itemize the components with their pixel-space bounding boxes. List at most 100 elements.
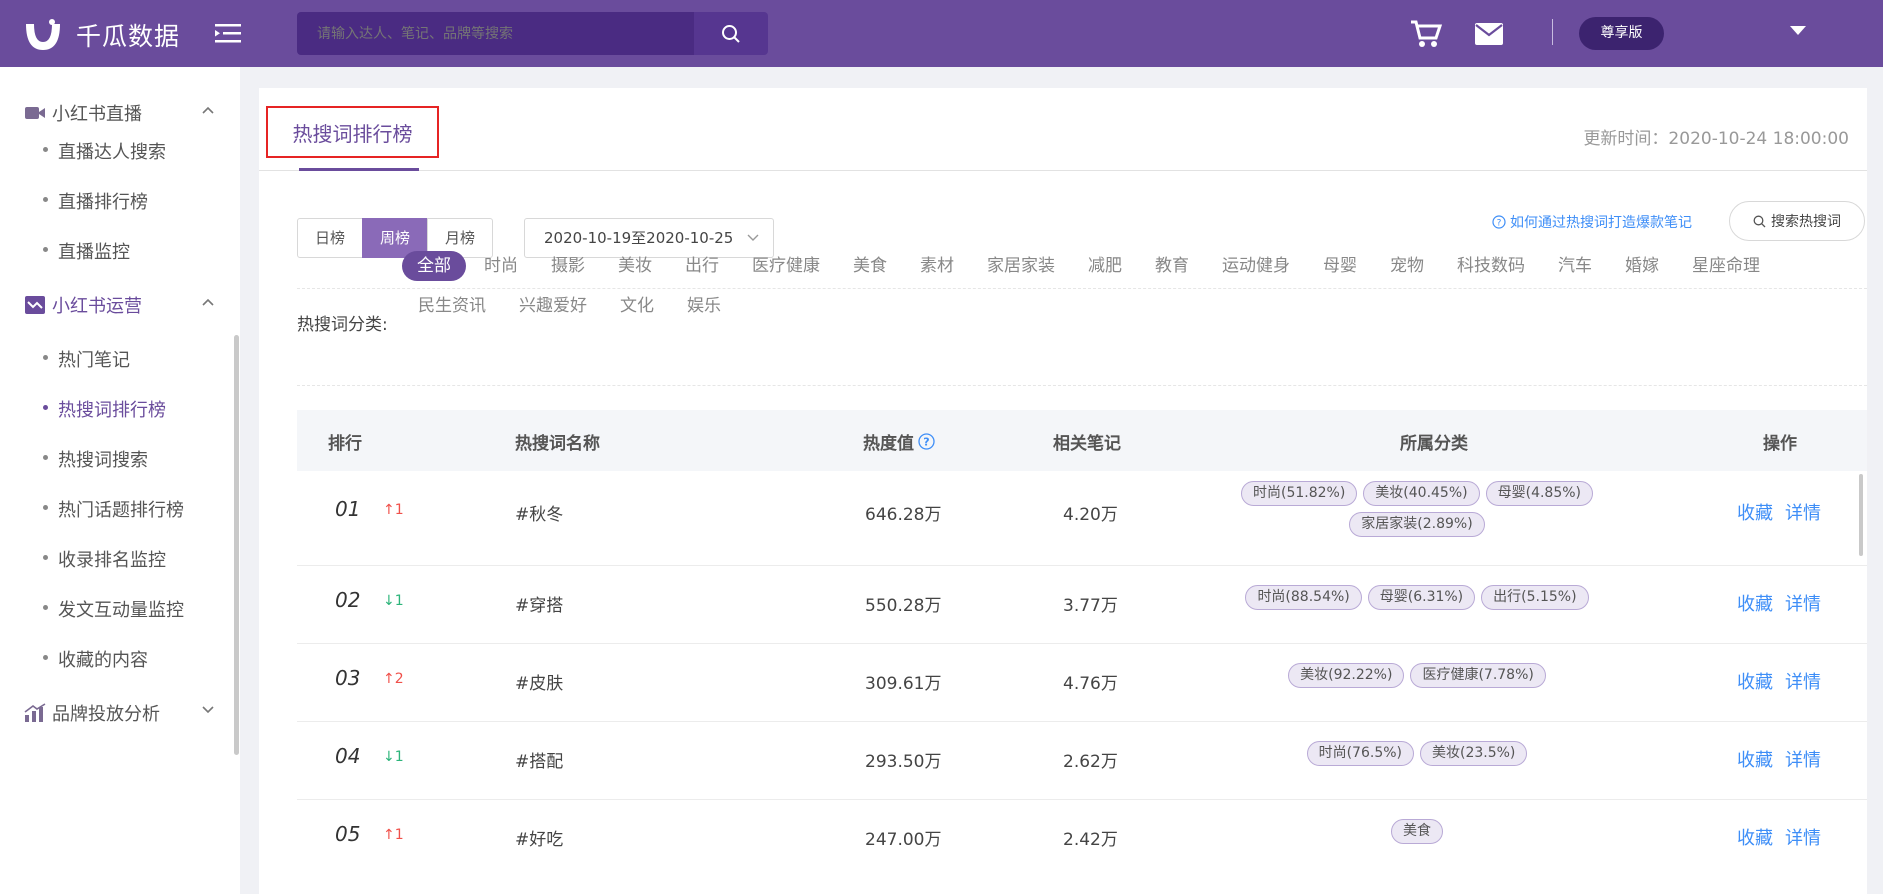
search-hot-keyword-button[interactable]: 搜索热搜词 xyxy=(1729,201,1865,241)
svg-text:?: ? xyxy=(923,436,929,449)
category-tag: 时尚(76.5%) xyxy=(1306,741,1414,766)
category-tag: 时尚(51.82%) xyxy=(1240,481,1358,506)
category-tags: 时尚(76.5%) 美妆(23.5%) xyxy=(1217,741,1617,766)
user-menu-caret-icon[interactable] xyxy=(1790,26,1806,35)
mail-icon[interactable] xyxy=(1475,23,1503,45)
category-all[interactable]: 全部 xyxy=(402,251,466,281)
category-item[interactable]: 家居家装 xyxy=(987,251,1070,281)
keyword-name: #秋冬 xyxy=(515,505,564,525)
category-item[interactable]: 摄影 xyxy=(551,251,600,281)
favorite-link[interactable]: 收藏 xyxy=(1737,590,1773,616)
detail-link[interactable]: 详情 xyxy=(1785,499,1821,525)
sidebar-item-hot-keywords-ranking[interactable]: 热搜词排行榜 xyxy=(43,396,166,422)
favorite-link[interactable]: 收藏 xyxy=(1737,499,1773,525)
sidebar-item-hot-notes[interactable]: 热门笔记 xyxy=(43,346,130,372)
category-tag: 美妆(92.22%) xyxy=(1288,663,1405,688)
menu-collapse-icon[interactable] xyxy=(215,22,241,44)
global-search-button[interactable] xyxy=(694,12,768,55)
search-icon xyxy=(1753,215,1766,227)
cart-icon[interactable] xyxy=(1410,19,1442,49)
hot-keyword-table: 排行 热搜词名称 热度值 ? 相关笔记 所属分类 操作 01 ↑1 #秋冬 64… xyxy=(297,410,1867,878)
logo-icon xyxy=(26,19,60,50)
favorite-link[interactable]: 收藏 xyxy=(1737,668,1773,694)
favorite-link[interactable]: 收藏 xyxy=(1737,824,1773,850)
sidebar-scrollbar[interactable] xyxy=(234,335,239,755)
detail-link[interactable]: 详情 xyxy=(1785,746,1821,772)
category-item[interactable]: 出行 xyxy=(685,251,734,281)
category-tag: 时尚(88.54%) xyxy=(1245,585,1362,610)
category-tags: 时尚(88.54%) 母婴(6.31%) 出行(5.15%) xyxy=(1217,585,1617,610)
category-tag: 医疗健康(7.78%) xyxy=(1410,663,1546,688)
header-notes: 相关笔记 xyxy=(1053,434,1121,454)
period-day-button[interactable]: 日榜 xyxy=(297,218,364,258)
detail-link[interactable]: 详情 xyxy=(1785,824,1821,850)
category-item[interactable]: 母婴 xyxy=(1323,251,1372,281)
category-label: 热搜词分类: xyxy=(297,315,388,335)
category-item[interactable]: 美妆 xyxy=(618,251,667,281)
category-filter-list-row2: 民生资讯 兴趣爱好 文化 娱乐 xyxy=(418,291,1858,321)
question-circle-icon: ? xyxy=(1492,215,1506,229)
category-item[interactable]: 教育 xyxy=(1155,251,1204,281)
category-item[interactable]: 宠物 xyxy=(1390,251,1439,281)
sidebar-item-favorites[interactable]: 收藏的内容 xyxy=(43,646,148,672)
sidebar: 小红书直播 直播达人搜索 直播排行榜 直播监控 小红书运营 热门笔记 热搜词排行… xyxy=(0,67,240,894)
category-tag: 美食 xyxy=(1391,819,1443,844)
rank-trend-down: ↓1 xyxy=(383,593,404,609)
category-tag: 出行(5.15%) xyxy=(1481,585,1589,610)
global-search-input[interactable] xyxy=(297,12,694,55)
chevron-up-icon xyxy=(202,298,214,306)
category-item[interactable]: 运动健身 xyxy=(1222,251,1305,281)
sidebar-item-index-monitor[interactable]: 收录排名监控 xyxy=(43,546,166,572)
favorite-link[interactable]: 收藏 xyxy=(1737,746,1773,772)
category-item[interactable]: 减肥 xyxy=(1088,251,1137,281)
category-item[interactable]: 汽车 xyxy=(1558,251,1607,281)
category-item[interactable]: 民生资讯 xyxy=(418,291,501,321)
table-row: 01 ↑1 #秋冬 646.28万 4.20万 时尚(51.82%) 美妆(40… xyxy=(297,471,1867,566)
category-item[interactable]: 星座命理 xyxy=(1692,251,1775,281)
detail-link[interactable]: 详情 xyxy=(1785,590,1821,616)
category-filter-list: 全部 时尚 摄影 美妆 出行 医疗健康 美食 素材 家居家装 减肥 教育 运动健… xyxy=(402,251,1842,281)
category-item[interactable]: 科技数码 xyxy=(1457,251,1540,281)
category-item[interactable]: 婚嫁 xyxy=(1625,251,1674,281)
rank-trend-up: ↑1 xyxy=(383,827,404,843)
rank-trend-up: ↑1 xyxy=(383,502,404,518)
category-item[interactable]: 医疗健康 xyxy=(752,251,835,281)
related-notes: 2.42万 xyxy=(1063,830,1118,850)
table-scrollbar[interactable] xyxy=(1859,474,1863,556)
sidebar-group-label: 小红书直播 xyxy=(52,104,142,125)
keyword-name: #皮肤 xyxy=(515,674,564,694)
category-item[interactable]: 美食 xyxy=(853,251,902,281)
category-item[interactable]: 文化 xyxy=(620,291,669,321)
question-circle-icon[interactable]: ? xyxy=(918,433,935,450)
header-keyword: 热搜词名称 xyxy=(515,434,600,454)
category-item[interactable]: 娱乐 xyxy=(687,291,736,321)
sidebar-item-engagement-monitor[interactable]: 发文互动量监控 xyxy=(43,596,184,622)
sidebar-item-live-search[interactable]: 直播达人搜索 xyxy=(43,138,166,164)
rank-number: 04 xyxy=(335,744,361,768)
category-item[interactable]: 时尚 xyxy=(484,251,533,281)
sidebar-group-brand[interactable]: 品牌投放分析 xyxy=(24,700,214,726)
sidebar-item-live-ranking[interactable]: 直播排行榜 xyxy=(43,188,148,214)
category-tag: 家居家装(2.89%) xyxy=(1349,512,1485,537)
heat-value: 646.28万 xyxy=(865,505,942,525)
sidebar-item-hot-keywords-search[interactable]: 热搜词搜索 xyxy=(43,446,148,472)
sidebar-group-label: 小红书运营 xyxy=(52,296,142,317)
category-item[interactable]: 素材 xyxy=(920,251,969,281)
category-tag: 美妆(40.45%) xyxy=(1363,481,1480,506)
category-tags: 美妆(92.22%) 医疗健康(7.78%) xyxy=(1217,663,1617,688)
chevron-down-icon xyxy=(747,234,759,241)
heat-value: 247.00万 xyxy=(865,830,942,850)
rank-number: 02 xyxy=(335,588,361,612)
page-title[interactable]: 热搜词排行榜 xyxy=(266,106,439,158)
sidebar-item-hot-topics-ranking[interactable]: 热门话题排行榜 xyxy=(43,496,184,522)
logo[interactable]: 千瓜数据 xyxy=(22,14,180,56)
sidebar-item-live-monitor[interactable]: 直播监控 xyxy=(43,238,130,264)
help-link[interactable]: ? 如何通过热搜词打造爆款笔记 xyxy=(1492,212,1692,232)
chart-board-icon xyxy=(25,296,45,314)
vip-badge[interactable]: 尊享版 xyxy=(1579,17,1664,50)
category-item[interactable]: 兴趣爱好 xyxy=(519,291,602,321)
detail-link[interactable]: 详情 xyxy=(1785,668,1821,694)
video-camera-icon xyxy=(25,107,45,119)
sidebar-group-live[interactable]: 小红书直播 xyxy=(24,100,214,126)
sidebar-group-operation[interactable]: 小红书运营 xyxy=(24,292,214,318)
